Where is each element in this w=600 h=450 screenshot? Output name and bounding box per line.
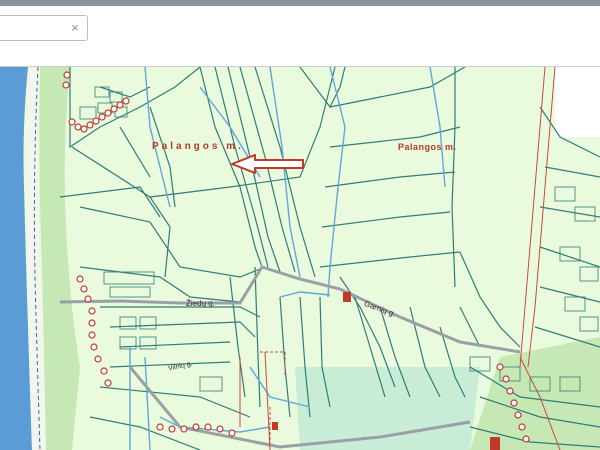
clear-icon[interactable]: × (67, 19, 83, 37)
toolbar: × (0, 6, 600, 67)
search-box[interactable]: × (0, 15, 88, 41)
city-label-small: Palangos m. (398, 142, 457, 152)
search-input[interactable] (3, 19, 73, 39)
city-label-large: Palangos m. (152, 141, 244, 152)
map-canvas[interactable]: Palangos m. Palangos m. Žiedų g. Garnių … (0, 67, 600, 450)
map-svg (0, 67, 600, 450)
street-label-ziedu: Žiedų g. (186, 299, 215, 308)
